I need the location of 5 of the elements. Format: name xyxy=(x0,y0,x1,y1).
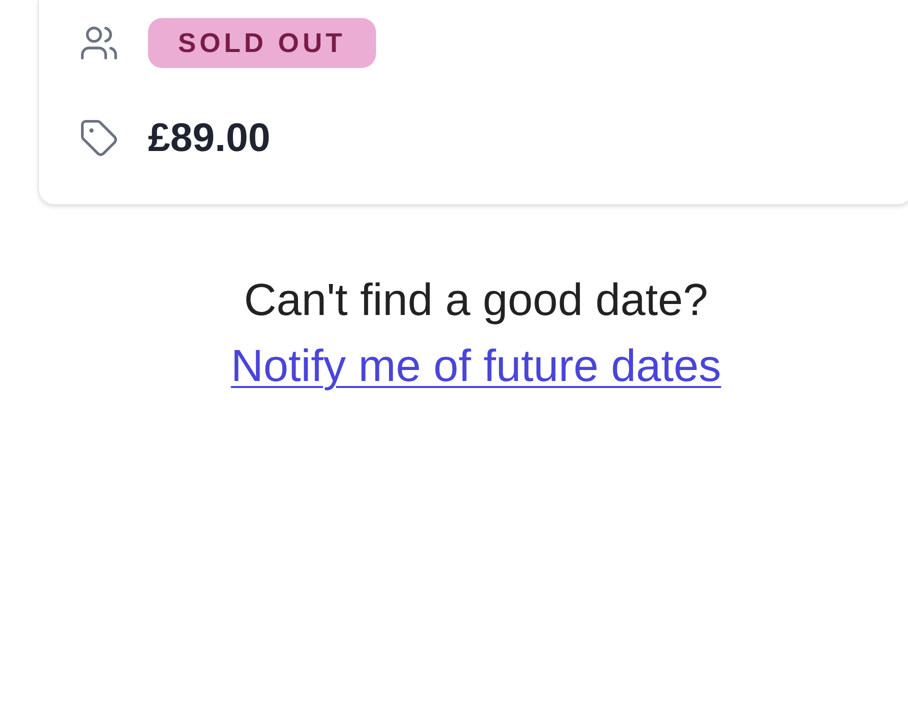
notify-link[interactable]: Notify me of future dates xyxy=(230,340,722,392)
status-badge: SOLD OUT xyxy=(148,18,376,68)
tag-icon xyxy=(79,118,119,158)
price-text: £89.00 xyxy=(148,115,270,161)
prompt-text: Can't find a good date? xyxy=(244,274,708,326)
